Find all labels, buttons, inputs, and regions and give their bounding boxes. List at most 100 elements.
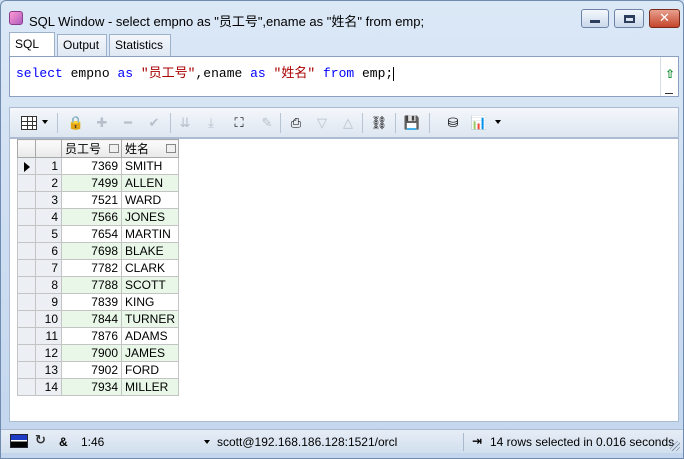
- row-number: 5: [35, 225, 62, 243]
- insert-record-button[interactable]: ✚: [93, 114, 111, 132]
- row-indicator[interactable]: [17, 310, 36, 328]
- cell-ename[interactable]: ADAMS: [121, 327, 179, 345]
- row-indicator[interactable]: [17, 191, 36, 209]
- row-indicator[interactable]: [17, 361, 36, 379]
- column-sort-icon[interactable]: [109, 144, 119, 153]
- table-row[interactable]: 3 7521 WARD: [17, 191, 179, 209]
- cell-empno[interactable]: 7369: [61, 157, 122, 175]
- row-indicator[interactable]: [17, 327, 36, 345]
- row-indicator[interactable]: [17, 276, 36, 294]
- table-row[interactable]: 12 7900 JAMES: [17, 344, 179, 362]
- result-grid[interactable]: 员工号 姓名 1 7369 SMITH 2 7499 ALLEN 3 7521 WARD 4 756…: [9, 138, 679, 422]
- column-header-empno[interactable]: 员工号: [61, 139, 122, 158]
- lock-button[interactable]: 🔒: [67, 114, 85, 132]
- tab-output[interactable]: Output: [57, 34, 107, 56]
- cell-empno[interactable]: 7698: [61, 242, 122, 260]
- sql-text[interactable]: select empno as "员工号",ename as "姓名" from…: [16, 62, 395, 81]
- flag-icon[interactable]: [10, 434, 28, 448]
- row-indicator[interactable]: [17, 344, 36, 362]
- sql-editor[interactable]: select empno as "员工号",ename as "姓名" from…: [9, 56, 679, 97]
- minimize-button[interactable]: [581, 9, 609, 28]
- cell-ename[interactable]: JONES: [121, 208, 179, 226]
- cell-empno[interactable]: 7876: [61, 327, 122, 345]
- table-row[interactable]: 9 7839 KING: [17, 293, 179, 311]
- cell-empno[interactable]: 7839: [61, 293, 122, 311]
- title-bar[interactable]: SQL Window - select empno as "员工号",ename…: [1, 1, 683, 31]
- column-sort-icon[interactable]: [166, 144, 176, 153]
- column-header-ename[interactable]: 姓名: [121, 139, 179, 158]
- table-row[interactable]: 11 7876 ADAMS: [17, 327, 179, 345]
- find-button[interactable]: ⛶: [230, 114, 248, 132]
- cell-ename[interactable]: MILLER: [121, 378, 179, 396]
- print-button[interactable]: ⎙: [287, 114, 305, 132]
- table-row[interactable]: 5 7654 MARTIN: [17, 225, 179, 243]
- clear-button[interactable]: ✎: [258, 114, 276, 132]
- connection-info[interactable]: scott@192.168.186.128:1521/orcl: [217, 435, 397, 449]
- cell-ename[interactable]: BLAKE: [121, 242, 179, 260]
- sql-window: SQL Window - select empno as "员工号",ename…: [0, 0, 684, 459]
- cell-empno[interactable]: 7844: [61, 310, 122, 328]
- chart-dropdown-icon[interactable]: [495, 120, 501, 124]
- cell-ename[interactable]: WARD: [121, 191, 179, 209]
- cell-empno[interactable]: 7782: [61, 259, 122, 277]
- cell-empno[interactable]: 7934: [61, 378, 122, 396]
- cell-ename[interactable]: ALLEN: [121, 174, 179, 192]
- row-indicator[interactable]: [17, 293, 36, 311]
- up-arrow-icon[interactable]: ⇧: [665, 67, 675, 81]
- editor-scrollbar[interactable]: ⇧: [660, 57, 678, 96]
- cell-ename[interactable]: MARTIN: [121, 225, 179, 243]
- connection-dropdown-icon[interactable]: [204, 440, 210, 444]
- table-row[interactable]: 10 7844 TURNER: [17, 310, 179, 328]
- close-button[interactable]: ✕: [649, 9, 680, 28]
- table-row[interactable]: 1 7369 SMITH: [17, 157, 179, 175]
- grid-toolbar: 🔒 ✚ ━ ✔ ⇊ ⤓ ⛶ ✎ ⎙ ▽ △ ⛓ 💾 ⛁ 📊: [9, 107, 679, 138]
- cell-ename[interactable]: CLARK: [121, 259, 179, 277]
- post-changes-button[interactable]: ✔: [145, 114, 163, 132]
- row-indicator[interactable]: [17, 242, 36, 260]
- export-button[interactable]: ⛁: [444, 114, 462, 132]
- save-button[interactable]: 💾: [403, 114, 421, 132]
- maximize-button[interactable]: [614, 9, 644, 28]
- cell-ename[interactable]: KING: [121, 293, 179, 311]
- table-row[interactable]: 8 7788 SCOTT: [17, 276, 179, 294]
- cell-ename[interactable]: TURNER: [121, 310, 179, 328]
- row-indicator[interactable]: [17, 225, 36, 243]
- table-row[interactable]: 14 7934 MILLER: [17, 378, 179, 396]
- chart-icon: 📊: [470, 115, 488, 131]
- cell-empno[interactable]: 7900: [61, 344, 122, 362]
- row-indicator[interactable]: [17, 157, 36, 175]
- delete-record-button[interactable]: ━: [119, 114, 137, 132]
- fetch-next-button[interactable]: ⇊: [176, 114, 194, 132]
- cell-empno[interactable]: 7566: [61, 208, 122, 226]
- table-row[interactable]: 4 7566 JONES: [17, 208, 179, 226]
- cell-empno[interactable]: 7902: [61, 361, 122, 379]
- grid-view-dropdown-icon[interactable]: [42, 120, 48, 124]
- row-indicator[interactable]: [17, 378, 36, 396]
- chart-button[interactable]: 📊: [470, 114, 488, 132]
- resize-grip[interactable]: [670, 441, 680, 451]
- filter-button[interactable]: ▽: [313, 114, 331, 132]
- table-row[interactable]: 2 7499 ALLEN: [17, 174, 179, 192]
- link-button[interactable]: ⛓: [370, 114, 388, 132]
- grid-view-button[interactable]: [20, 114, 38, 132]
- cell-ename[interactable]: SCOTT: [121, 276, 179, 294]
- row-indicator[interactable]: [17, 174, 36, 192]
- row-indicator[interactable]: [17, 259, 36, 277]
- cell-empno[interactable]: 7499: [61, 174, 122, 192]
- table-row[interactable]: 13 7902 FORD: [17, 361, 179, 379]
- table-row[interactable]: 7 7782 CLARK: [17, 259, 179, 277]
- refresh-icon[interactable]: ↻: [35, 433, 46, 448]
- row-indicator[interactable]: [17, 208, 36, 226]
- grid-corner[interactable]: [17, 139, 36, 158]
- table-row[interactable]: 6 7698 BLAKE: [17, 242, 179, 260]
- fetch-last-button[interactable]: ⤓: [202, 114, 220, 132]
- cell-empno[interactable]: 7788: [61, 276, 122, 294]
- cell-ename[interactable]: JAMES: [121, 344, 179, 362]
- cell-ename[interactable]: SMITH: [121, 157, 179, 175]
- cell-empno[interactable]: 7521: [61, 191, 122, 209]
- tab-statistics[interactable]: Statistics: [109, 34, 171, 56]
- tab-sql[interactable]: SQL: [9, 32, 55, 56]
- cell-empno[interactable]: 7654: [61, 225, 122, 243]
- cell-ename[interactable]: FORD: [121, 361, 179, 379]
- sort-button[interactable]: △: [339, 114, 357, 132]
